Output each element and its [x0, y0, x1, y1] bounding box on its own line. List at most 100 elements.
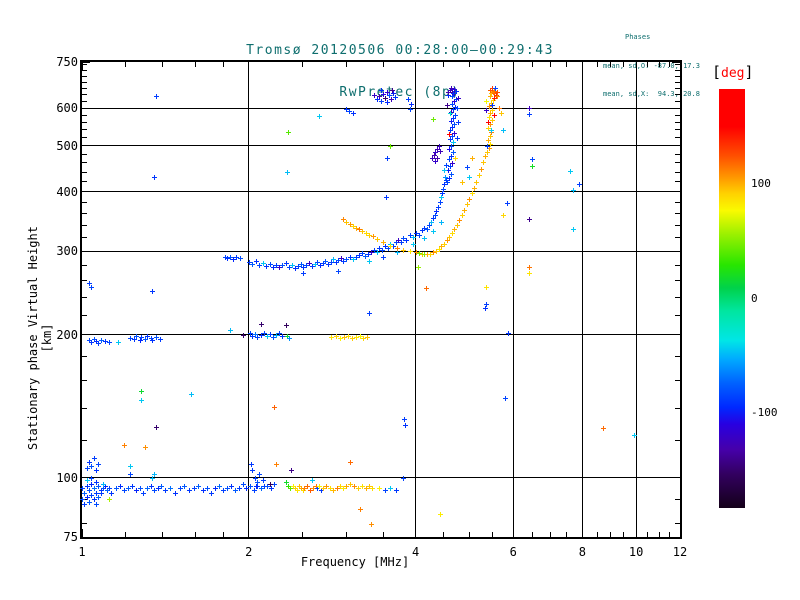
tick-mark [82, 137, 87, 139]
tick-mark [82, 121, 87, 123]
data-point [424, 285, 430, 291]
x-tick-label: 6 [509, 545, 517, 559]
data-point [374, 250, 380, 256]
data-point [454, 222, 460, 228]
tick-mark [647, 532, 649, 537]
tick-mark [512, 62, 514, 70]
data-point [127, 471, 133, 477]
tick-mark [81, 62, 83, 70]
data-point [431, 116, 437, 122]
gridline-vertical [512, 62, 514, 537]
data-point [94, 467, 100, 473]
data-point [481, 160, 487, 166]
data-point [571, 187, 577, 193]
x-tick-label: 4 [411, 545, 420, 559]
tick-mark [82, 153, 87, 155]
tick-mark [82, 523, 87, 525]
data-point [437, 148, 443, 154]
data-point [374, 237, 380, 242]
tick-mark [647, 62, 649, 67]
ionogram-plot: Tromsø 20120506 00:28:00–00:29:43 RwPret… [0, 0, 800, 600]
y-tick-label: 100 [56, 470, 78, 485]
tick-mark [222, 62, 224, 67]
tick-mark [82, 536, 90, 538]
data-point [284, 170, 290, 175]
data-point [283, 322, 289, 328]
data-point [449, 231, 455, 237]
data-point [505, 201, 511, 207]
data-point [317, 114, 323, 120]
data-point [109, 490, 115, 496]
tick-mark [675, 355, 680, 357]
data-point [568, 168, 574, 174]
tick-mark [82, 81, 87, 83]
data-point [379, 87, 385, 93]
data-point [91, 455, 97, 461]
data-point [236, 486, 242, 492]
tick-mark [581, 529, 583, 537]
colorbar-tick-label: 0 [751, 291, 758, 305]
tick-mark [675, 380, 680, 382]
data-point [394, 245, 400, 251]
tick-mark [302, 62, 303, 67]
data-point [479, 166, 485, 172]
data-point [446, 131, 452, 137]
tick-mark [675, 114, 680, 116]
tick-mark [491, 62, 493, 67]
data-point [443, 174, 449, 180]
data-point [366, 311, 372, 317]
data-point [457, 217, 463, 223]
data-point [459, 179, 465, 185]
data-point [188, 392, 194, 397]
tick-mark [382, 532, 384, 537]
tick-mark [82, 107, 90, 109]
tick-mark [82, 201, 87, 203]
tick-mark [669, 62, 671, 67]
tick-mark [669, 532, 671, 537]
data-point [631, 432, 637, 438]
data-point [490, 102, 496, 108]
tick-mark [443, 62, 445, 67]
tick-mark [675, 296, 680, 298]
data-point [416, 265, 421, 271]
data-point [455, 95, 461, 101]
tick-mark [675, 407, 680, 409]
tick-mark [345, 62, 347, 67]
tick-mark [512, 529, 514, 537]
tick-mark [675, 121, 680, 123]
tick-mark [531, 62, 533, 67]
tick-mark [382, 62, 384, 67]
data-point [394, 250, 400, 256]
data-point [410, 235, 416, 241]
data-point [450, 91, 456, 97]
data-point [527, 111, 533, 117]
data-point [488, 127, 494, 133]
y-tick-label: 400 [56, 184, 78, 199]
tick-mark [82, 334, 90, 336]
x-tick-label: 8 [578, 545, 587, 559]
data-point [368, 521, 374, 527]
data-point [309, 477, 315, 483]
tick-mark [581, 62, 583, 70]
data-point [152, 174, 158, 180]
data-point [228, 327, 234, 333]
data-point [258, 321, 264, 327]
tick-mark [675, 314, 680, 316]
colorbar [719, 89, 745, 508]
data-point [472, 185, 478, 191]
data-point [416, 232, 422, 238]
data-point [127, 463, 133, 469]
colorbar-title-close-bracket: ] [744, 63, 754, 81]
data-point [172, 490, 178, 496]
tick-mark [658, 532, 660, 537]
tick-mark [82, 355, 87, 357]
tick-mark [675, 100, 680, 102]
tick-mark [443, 532, 445, 537]
tick-mark [675, 181, 680, 183]
tick-mark [672, 107, 680, 109]
y-tick-label: 75 [63, 530, 78, 544]
data-point [388, 143, 394, 149]
tick-mark [82, 145, 90, 147]
data-point [439, 220, 445, 226]
tick-mark [82, 100, 87, 102]
